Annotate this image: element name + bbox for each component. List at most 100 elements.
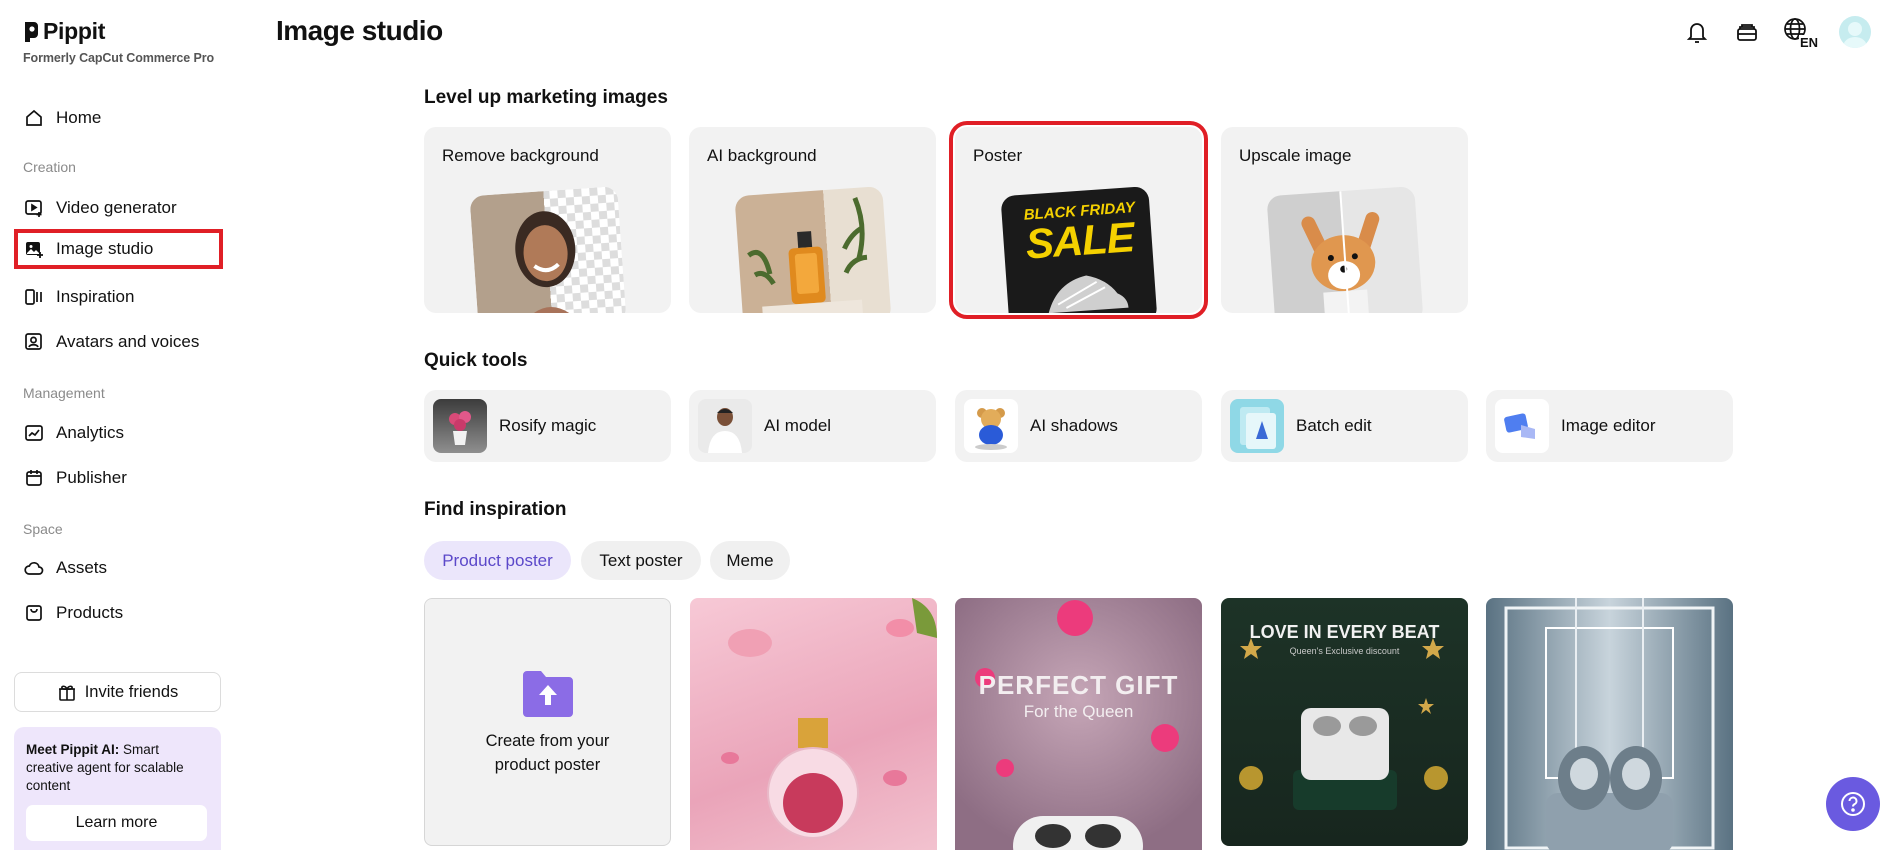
brand-name: Pippit <box>43 18 106 44</box>
tool-batch-edit[interactable]: Batch edit <box>1221 390 1468 462</box>
feature-card-poster[interactable]: Poster BLACK FRIDAY SALE <box>949 121 1208 319</box>
earbuds-poster-image <box>1504 598 1715 850</box>
woman-portrait-icon <box>514 211 583 313</box>
avatar[interactable] <box>1839 16 1871 48</box>
calendar-icon <box>26 470 42 486</box>
image-editor-icon <box>1504 413 1535 439</box>
ai-shadows-thumbnail <box>964 399 1018 453</box>
poster-card-love-in-every-beat[interactable]: LOVE IN EVERY BEAT Queen's Exclusive dis… <box>1221 598 1468 846</box>
create-from-poster-card[interactable]: Create from your product poster <box>424 598 671 850</box>
promo-title: Meet Pippit AI: <box>26 742 120 757</box>
tool-image-editor[interactable]: Image editor <box>1486 390 1733 462</box>
poster-subline: For the Queen <box>1023 702 1134 721</box>
tool-ai-shadows[interactable]: AI shadows <box>955 390 1202 462</box>
tool-rosify-magic[interactable]: Rosify magic <box>424 390 671 462</box>
dog-icon <box>1300 191 1379 313</box>
sidebar-item-image-studio[interactable]: Image studio <box>14 229 223 269</box>
help-button[interactable] <box>1826 777 1880 831</box>
projects-button[interactable] <box>1733 17 1761 47</box>
invite-friends-button[interactable]: Invite friends <box>14 672 221 712</box>
feature-card-label: Upscale image <box>1239 146 1352 165</box>
sidebar-item-label: Video generator <box>56 198 177 217</box>
image-plus-icon <box>26 242 43 258</box>
sidebar-item-products[interactable]: Products <box>14 593 223 633</box>
remove-background-thumbnail <box>468 186 627 313</box>
upscale-image-thumbnail <box>1265 186 1424 313</box>
feature-card-ai-background[interactable]: AI background <box>689 127 936 313</box>
sidebar-item-video-generator[interactable]: Video generator <box>14 188 223 228</box>
brand-subtitle: Formerly CapCut Commerce Pro <box>23 51 214 65</box>
feature-card-remove-background[interactable]: Remove background <box>424 127 671 313</box>
sidebar-item-publisher[interactable]: Publisher <box>14 458 223 498</box>
ai-model-thumbnail <box>698 399 752 453</box>
sidebar-item-home[interactable]: Home <box>14 98 223 138</box>
feature-card-label: Poster <box>973 146 1023 165</box>
section-title-marketing: Level up marketing images <box>424 87 668 108</box>
sidebar-item-analytics[interactable]: Analytics <box>14 413 223 453</box>
stack-icon <box>1737 24 1757 41</box>
tab-meme[interactable]: Meme <box>710 541 790 580</box>
roses-vase-icon <box>449 411 471 445</box>
sidebar-item-label: Analytics <box>56 423 125 442</box>
video-plus-icon <box>25 200 42 217</box>
feature-card-label: Remove background <box>442 146 599 165</box>
inspiration-icon <box>25 289 42 305</box>
tab-text-poster[interactable]: Text poster <box>581 541 701 580</box>
language-button[interactable]: EN <box>1783 17 1820 50</box>
poster-headline: PERFECT GIFT <box>978 670 1179 700</box>
poster-subline: Queen's Exclusive discount <box>1289 646 1400 656</box>
avatar-icon <box>25 333 42 350</box>
brand[interactable]: Pippit Formerly CapCut Commerce Pro <box>23 18 214 65</box>
sneaker-icon <box>1048 275 1129 313</box>
pippit-logo-icon <box>25 21 38 42</box>
bell-icon <box>1686 23 1708 43</box>
sidebar-item-label: Image studio <box>56 239 154 258</box>
sidebar-item-label: Publisher <box>56 468 127 487</box>
sidebar-item-avatars-voices[interactable]: Avatars and voices <box>14 322 223 362</box>
tool-ai-model[interactable]: AI model <box>689 390 936 462</box>
sidebar-item-label: Avatars and voices <box>56 332 200 351</box>
home-icon <box>26 109 42 126</box>
tool-label: Rosify magic <box>499 416 597 435</box>
learn-more-button[interactable]: Learn more <box>26 805 207 841</box>
product-box-icon <box>26 605 42 621</box>
batch-edit-thumbnail <box>1230 399 1284 453</box>
notification-button[interactable] <box>1683 17 1711 47</box>
create-from-poster-label: Create from your product poster <box>485 732 610 774</box>
poster-card-perfume[interactable] <box>690 598 937 850</box>
sidebar-item-inspiration[interactable]: Inspiration <box>14 277 223 317</box>
page-title: Image studio <box>276 15 443 46</box>
sidebar-item-label: Home <box>56 108 102 127</box>
sidebar-item-assets[interactable]: Assets <box>14 548 223 588</box>
tab-product-poster[interactable]: Product poster <box>424 541 571 580</box>
analytics-icon <box>25 425 43 441</box>
earbuds-case-poster-image <box>975 600 1179 850</box>
sidebar-item-label: Products <box>56 603 124 622</box>
poster-card-earbuds[interactable] <box>1486 598 1733 850</box>
tool-label: AI model <box>764 416 832 435</box>
help-icon <box>1841 792 1865 816</box>
section-label-creation: Creation <box>23 159 76 175</box>
section-label-space: Space <box>23 521 63 537</box>
gift-icon <box>58 685 75 701</box>
tool-label: AI shadows <box>1030 416 1118 435</box>
feature-card-upscale-image[interactable]: Upscale image <box>1221 127 1468 313</box>
image-editor-thumbnail <box>1495 399 1549 453</box>
ai-background-thumbnail <box>733 186 892 313</box>
section-title-inspiration: Find inspiration <box>424 499 567 520</box>
sidebar-item-label: Assets <box>56 558 108 577</box>
cloud-icon <box>24 561 44 575</box>
language-label: EN <box>1798 34 1820 50</box>
poster-thumbnail: BLACK FRIDAY SALE <box>999 186 1158 313</box>
upload-folder-icon <box>522 671 573 717</box>
header-actions: EN <box>1683 16 1871 50</box>
feature-card-label: AI background <box>707 146 817 165</box>
perfume-poster-image <box>721 598 937 839</box>
pippit-ai-promo: Meet Pippit AI: Smart creative agent for… <box>14 727 221 850</box>
teddy-bear-icon <box>975 408 1007 450</box>
rosify-thumbnail <box>433 399 487 453</box>
poster-card-perfect-gift[interactable]: PERFECT GIFT For the Queen <box>955 598 1202 850</box>
tool-label: Image editor <box>1561 416 1656 435</box>
section-title-quick-tools: Quick tools <box>424 350 528 371</box>
invite-friends-label: Invite friends <box>84 682 179 701</box>
